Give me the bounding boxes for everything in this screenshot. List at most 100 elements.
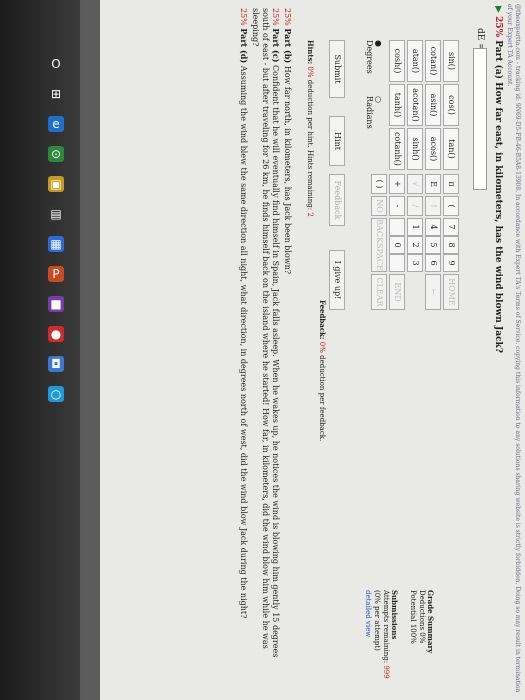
- part-a-label: Part (a): [493, 40, 503, 80]
- digit-4-key[interactable]: 4: [425, 218, 441, 236]
- digit-5-key[interactable]: 5: [425, 236, 441, 254]
- plus-key[interactable]: +: [389, 174, 405, 194]
- edge-browser-icon[interactable]: e: [48, 116, 64, 132]
- potential-value: 100%: [409, 623, 417, 644]
- digit-1-key[interactable]: 1: [407, 218, 423, 236]
- feedback-prefix: Feedback:: [318, 300, 327, 340]
- acotan-key[interactable]: acotan(): [407, 84, 423, 126]
- asin-key[interactable]: asin(): [425, 84, 441, 126]
- submissions-label: Submissions: [390, 590, 399, 640]
- minus-key[interactable]: -: [389, 196, 405, 216]
- part-b-label: Part (b): [283, 28, 293, 64]
- give-up-button[interactable]: I give up!: [329, 250, 345, 310]
- part-a-text: How far east, in kilometers, has the win…: [493, 82, 503, 354]
- deductions-label: Deductions: [418, 590, 426, 631]
- powerpoint-icon[interactable]: P: [48, 266, 64, 282]
- feedback-button[interactable]: Feedback: [329, 174, 345, 226]
- radians-radio[interactable]: ○ Radians: [365, 96, 383, 129]
- hints-prefix: Hints:: [306, 40, 315, 65]
- parens-key[interactable]: ( ): [371, 174, 387, 194]
- potential-label: Potential: [409, 590, 417, 622]
- cosh-key[interactable]: cosh(): [389, 40, 405, 82]
- file-explorer-icon[interactable]: ▣: [48, 176, 64, 192]
- expand-triangle-icon[interactable]: ▶: [493, 6, 503, 13]
- digit-3-key[interactable]: 3: [407, 254, 423, 272]
- backspace-key[interactable]: BACKSPACE: [371, 218, 387, 272]
- copyright-notice: @theexpertta.com - tracking id: 9N69-D5-…: [506, 4, 521, 693]
- atan-key[interactable]: atan(): [407, 40, 423, 82]
- blank-key[interactable]: [389, 254, 405, 272]
- part-b-percent: 25%: [283, 8, 292, 26]
- open-paren-key[interactable]: (: [443, 196, 459, 216]
- app-icon[interactable]: ●: [48, 326, 64, 342]
- answer-input[interactable]: [473, 48, 487, 190]
- feedback-deduction-text: Feedback: 0% deduction per feedback.: [318, 300, 327, 441]
- part-d-text: Assuming the wind blew the same directio…: [239, 65, 248, 619]
- sin-key[interactable]: sin(): [443, 40, 459, 82]
- part-c-text: Confident that he will eventually find h…: [251, 8, 280, 658]
- windows-taskbar: O ⊞ e ⊙ ▣ ▤ ▦ P ■ ● ◘ ○: [0, 0, 80, 700]
- detailed-view-link[interactable]: detailed view: [363, 590, 372, 690]
- browser-screen: @theexpertta.com - tracking id: 9N69-D5-…: [100, 0, 525, 700]
- photo-of-monitor: O ⊞ e ⊙ ▣ ▤ ▦ P ■ ● ◘ ○ @theexpertta.com…: [0, 0, 525, 700]
- degrees-label: Degrees: [365, 40, 374, 74]
- digit-6-key[interactable]: 6: [425, 254, 441, 272]
- power-key[interactable]: ↑: [425, 196, 441, 216]
- chrome-icon[interactable]: ⊙: [48, 146, 64, 162]
- blank-key[interactable]: [389, 218, 405, 236]
- grade-summary: Grade Summary Deductions 0% Potential 10…: [363, 590, 435, 690]
- part-b-question: 25% Part (b) How far north, in kilometer…: [282, 8, 293, 668]
- sqrt-key[interactable]: √: [407, 174, 423, 194]
- digit-0-key[interactable]: 0: [389, 236, 405, 254]
- word-icon[interactable]: ▦: [48, 236, 64, 252]
- search-icon[interactable]: O: [48, 56, 64, 72]
- clear-key[interactable]: CLEAR: [371, 274, 387, 310]
- tanh-key[interactable]: tanh(): [389, 84, 405, 126]
- cos-key[interactable]: cos(): [443, 84, 459, 126]
- task-view-icon[interactable]: ⊞: [48, 86, 64, 102]
- no-key[interactable]: NO: [371, 196, 387, 216]
- part-a-question: ▶ 25% Part (a) How far east, in kilomete…: [493, 6, 503, 353]
- part-c-question: 25% Part (c) Confident that he will even…: [250, 8, 281, 668]
- digit-9-key[interactable]: 9: [443, 254, 459, 272]
- cotan-key[interactable]: cotan(): [425, 40, 441, 82]
- app-icon[interactable]: ◘: [48, 356, 64, 372]
- feedback-percent: 0%: [318, 341, 326, 353]
- part-d-label: Part (d): [239, 28, 249, 64]
- feedback-suffix: deduction per feedback.: [318, 355, 326, 442]
- hints-remaining: 2: [306, 212, 314, 217]
- submit-button[interactable]: Submit: [329, 40, 345, 98]
- end-key[interactable]: END: [389, 274, 405, 310]
- left-arrow-key[interactable]: ←: [425, 274, 441, 310]
- hints-suffix: deduction per hint. Hints remaining:: [306, 79, 314, 211]
- hints-percent: 0%: [306, 66, 314, 78]
- digit-2-key[interactable]: 2: [407, 236, 423, 254]
- home-key[interactable]: HOME: [443, 274, 459, 310]
- part-d-question: 25% Part (d) Assuming the wind blew the …: [238, 8, 249, 668]
- degrees-radio[interactable]: ● Degrees: [365, 40, 383, 74]
- attempts-value: 999: [382, 665, 390, 679]
- cotanh-key[interactable]: cotanh(): [389, 128, 405, 170]
- pi-key[interactable]: π: [443, 174, 459, 194]
- part-a-percent: 25%: [493, 16, 503, 38]
- radians-label: Radians: [365, 96, 374, 129]
- part-c-percent: 25%: [271, 8, 280, 26]
- tan-key[interactable]: tan(): [443, 128, 459, 170]
- deductions-value: 0%: [418, 632, 426, 644]
- divide-key[interactable]: /: [407, 196, 423, 216]
- sinh-key[interactable]: sinh(): [407, 128, 423, 170]
- hint-button[interactable]: Hint: [329, 116, 345, 166]
- part-c-label: Part (c): [271, 28, 281, 63]
- onenote-icon[interactable]: ■: [48, 296, 64, 312]
- per-attempt-text: (0% per attempt): [373, 590, 381, 651]
- acos-key[interactable]: acos(): [425, 128, 441, 170]
- app-icon[interactable]: ○: [48, 386, 64, 402]
- e-key[interactable]: E: [425, 174, 441, 194]
- part-b-text: How far north, in kilometers, has Jack b…: [283, 65, 292, 275]
- hints-deduction-text: Hints: 0% deduction per hint. Hints rema…: [306, 40, 315, 217]
- part-d-percent: 25%: [239, 8, 248, 26]
- store-icon[interactable]: ▤: [48, 206, 64, 222]
- digit-8-key[interactable]: 8: [443, 236, 459, 254]
- digit-7-key[interactable]: 7: [443, 218, 459, 236]
- grade-title: Grade Summary: [426, 590, 435, 654]
